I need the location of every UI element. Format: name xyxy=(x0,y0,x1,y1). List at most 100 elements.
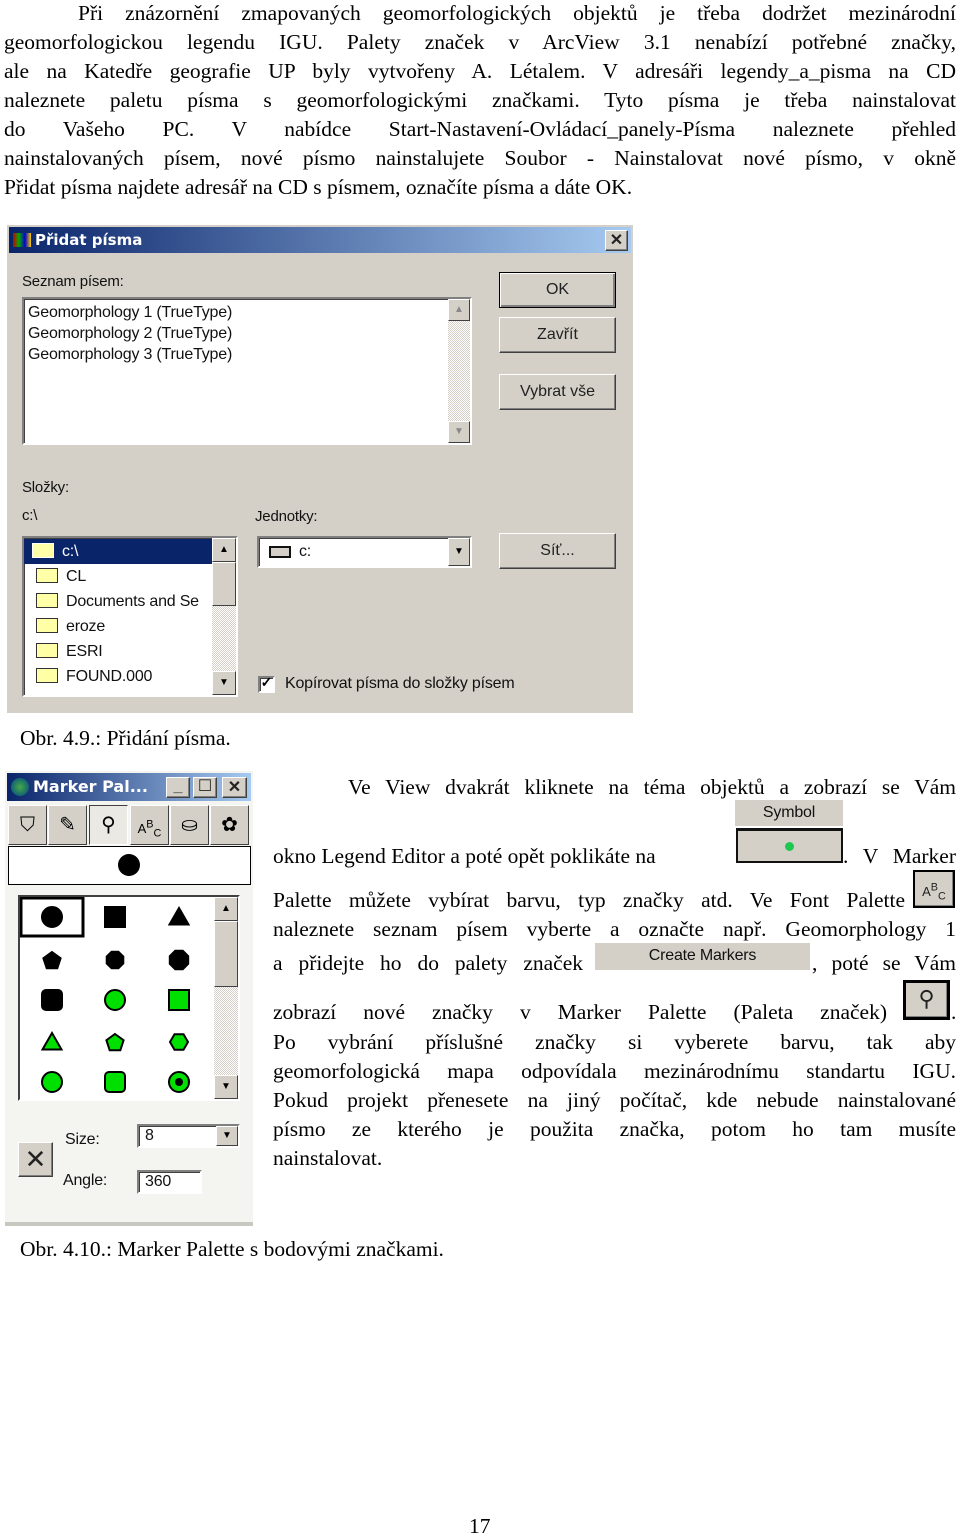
current-path: c:\ xyxy=(22,507,38,524)
scroll-thumb[interactable] xyxy=(212,562,236,606)
font-item[interactable]: Geomorphology 1 (TrueType) xyxy=(28,302,232,323)
folder-item[interactable]: eroze xyxy=(24,614,212,639)
angle-input[interactable]: 360 xyxy=(137,1170,202,1194)
marker-rounded-square[interactable] xyxy=(104,1071,126,1093)
paragraph-line: naleznete paletu písma s geomorfologický… xyxy=(4,88,956,112)
scroll-down-icon[interactable]: ▼ xyxy=(214,1075,238,1099)
paragraph-line: ale na Katedře geografie UP byly vytvoře… xyxy=(4,59,956,83)
marker-pentagon[interactable] xyxy=(42,950,62,970)
marker-pentagon[interactable] xyxy=(105,1032,125,1052)
angle-label: Angle: xyxy=(63,1172,108,1189)
fill-palette-button[interactable]: ⛉ xyxy=(8,805,47,845)
close-button[interactable]: ✕ xyxy=(605,230,628,251)
scroll-down-icon[interactable]: ▼ xyxy=(212,671,236,695)
dropdown-arrow-icon[interactable]: ▼ xyxy=(216,1126,238,1146)
fill-icon: ⛉ xyxy=(20,814,35,836)
marker-triangle[interactable] xyxy=(167,905,191,926)
fonts-listbox[interactable]: Geomorphology 1 (TrueType) Geomorphology… xyxy=(22,297,472,445)
paragraph-line: Palette můžete vybírat barvu, typ značky… xyxy=(273,888,905,912)
markers-svg xyxy=(20,897,191,1093)
pen-icon: ✎ xyxy=(59,814,76,836)
close-icon: ✕ xyxy=(609,232,624,249)
paragraph-line: Přidat písma najdete adresář na CD s pís… xyxy=(4,175,633,199)
marker-circle[interactable] xyxy=(20,897,85,938)
font-item[interactable]: Geomorphology 2 (TrueType) xyxy=(28,323,232,344)
folders-scrollbar[interactable]: ▲ ▼ xyxy=(212,538,236,695)
page-number: 17 xyxy=(469,1514,491,1536)
scroll-up-icon[interactable]: ▲ xyxy=(214,897,238,921)
marker-palette-window: Marker Pal... _ ☐ ✕ ⛉ ✎ ⚲ ABC ⛀ ✿ ▲ ▼ ✕ … xyxy=(5,771,253,1226)
brush-palette-button[interactable]: ⛀ xyxy=(170,805,209,845)
paragraph-line: Ve View dvakrát kliknete na téma objektů… xyxy=(348,775,956,799)
copy-fonts-label: Kopírovat písma do složky písem xyxy=(285,675,515,692)
delete-marker-button[interactable]: ✕ xyxy=(18,1142,53,1177)
marker-icon: ⚲ xyxy=(918,986,935,1011)
dialog-title-bar: Přidat písma xyxy=(9,227,631,253)
folder-item[interactable]: Documents and Se xyxy=(24,589,212,614)
create-markers-button[interactable]: Create Markers xyxy=(595,943,811,970)
minimize-button[interactable]: _ xyxy=(166,777,190,798)
maximize-button[interactable]: ☐ xyxy=(193,777,217,798)
marker-square[interactable] xyxy=(168,989,190,1011)
paragraph-line: Pokud projekt přenesete na jiný počítač,… xyxy=(273,1088,956,1112)
add-fonts-dialog: Přidat písma ✕ Seznam písem: Geomorpholo… xyxy=(7,225,633,713)
scroll-down-icon[interactable]: ▼ xyxy=(448,421,470,443)
markers-scrollbar[interactable]: ▲ ▼ xyxy=(214,897,238,1099)
marker-ring-dot[interactable] xyxy=(168,1071,190,1093)
marker-square[interactable] xyxy=(104,906,126,928)
close-icon: ✕ xyxy=(227,779,242,796)
marker-palette-icon-button[interactable]: ⚲ xyxy=(903,980,950,1020)
copy-fonts-checkbox[interactable]: ✓ xyxy=(258,676,275,693)
paragraph-line: Po vybrání příslušné značky si vyberete … xyxy=(273,1030,956,1054)
folder-icon xyxy=(36,643,58,658)
marker-triangle[interactable] xyxy=(40,1030,64,1051)
dropdown-arrow-icon[interactable]: ▼ xyxy=(448,538,470,566)
close-button[interactable]: ✕ xyxy=(222,777,247,798)
size-value: 8 xyxy=(145,1127,154,1144)
paragraph-line-part: okno Legend Editor a poté opět poklikáte… xyxy=(273,844,656,868)
minimize-icon: _ xyxy=(173,778,183,795)
drives-combobox[interactable]: c: ▼ xyxy=(257,536,472,568)
scroll-up-icon[interactable]: ▲ xyxy=(448,299,470,321)
ok-button[interactable]: OK xyxy=(499,272,616,308)
font-icon: ABC xyxy=(137,819,162,840)
marker-rounded-square[interactable] xyxy=(41,989,63,1011)
pen-palette-button[interactable]: ✎ xyxy=(48,805,87,845)
fonts-scrollbar[interactable]: ▲ ▼ xyxy=(448,299,470,443)
paragraph-line: geomorfologická mapa odpovídala mezináro… xyxy=(273,1059,956,1083)
font-palette-button[interactable]: ABC xyxy=(130,805,169,845)
folder-item[interactable]: FOUND.000 xyxy=(24,664,212,689)
folder-item[interactable]: ESRI xyxy=(24,639,212,664)
marker-hexagon[interactable] xyxy=(168,1033,190,1051)
marker-circle-large[interactable] xyxy=(41,1071,63,1093)
network-button[interactable]: Síť... xyxy=(499,533,616,569)
marker-palette-button[interactable]: ⚲ xyxy=(89,805,128,845)
preview-marker-circle xyxy=(118,854,140,876)
paragraph-line-part: . xyxy=(951,1000,957,1024)
scroll-thumb[interactable] xyxy=(214,921,238,987)
color-palette-button[interactable]: ✿ xyxy=(210,805,249,845)
size-combobox[interactable]: 8 ▼ xyxy=(137,1124,240,1148)
x-icon: ✕ xyxy=(24,1144,47,1174)
folders-listbox[interactable]: c:\ CL Documents and Se eroze ESRI FOUND… xyxy=(22,536,238,697)
size-label: Size: xyxy=(65,1131,100,1148)
scroll-up-icon[interactable]: ▲ xyxy=(212,538,236,562)
close-dialog-button[interactable]: Zavřít xyxy=(499,317,616,353)
folder-icon xyxy=(36,618,58,633)
font-item[interactable]: Geomorphology 3 (TrueType) xyxy=(28,344,232,365)
marker-circle[interactable] xyxy=(104,989,126,1011)
folder-icon xyxy=(36,668,58,683)
palette-title: Marker Pal... xyxy=(33,777,148,796)
select-all-button[interactable]: Vybrat vše xyxy=(499,374,616,410)
marker-preview xyxy=(8,846,251,885)
open-folder-icon xyxy=(32,543,54,558)
symbol-cell-button[interactable] xyxy=(736,828,843,863)
marker-octagon[interactable] xyxy=(168,949,190,971)
font-palette-icon-button[interactable]: ABC xyxy=(913,870,955,908)
marker-octagon-small[interactable] xyxy=(105,950,125,970)
dialog-title: Přidat písma xyxy=(35,231,143,249)
folder-item[interactable]: CL xyxy=(24,564,212,589)
fonts-app-icon xyxy=(13,233,31,247)
folder-item-selected[interactable]: c:\ xyxy=(24,539,212,564)
marker-grid[interactable]: ▲ ▼ xyxy=(18,895,240,1101)
